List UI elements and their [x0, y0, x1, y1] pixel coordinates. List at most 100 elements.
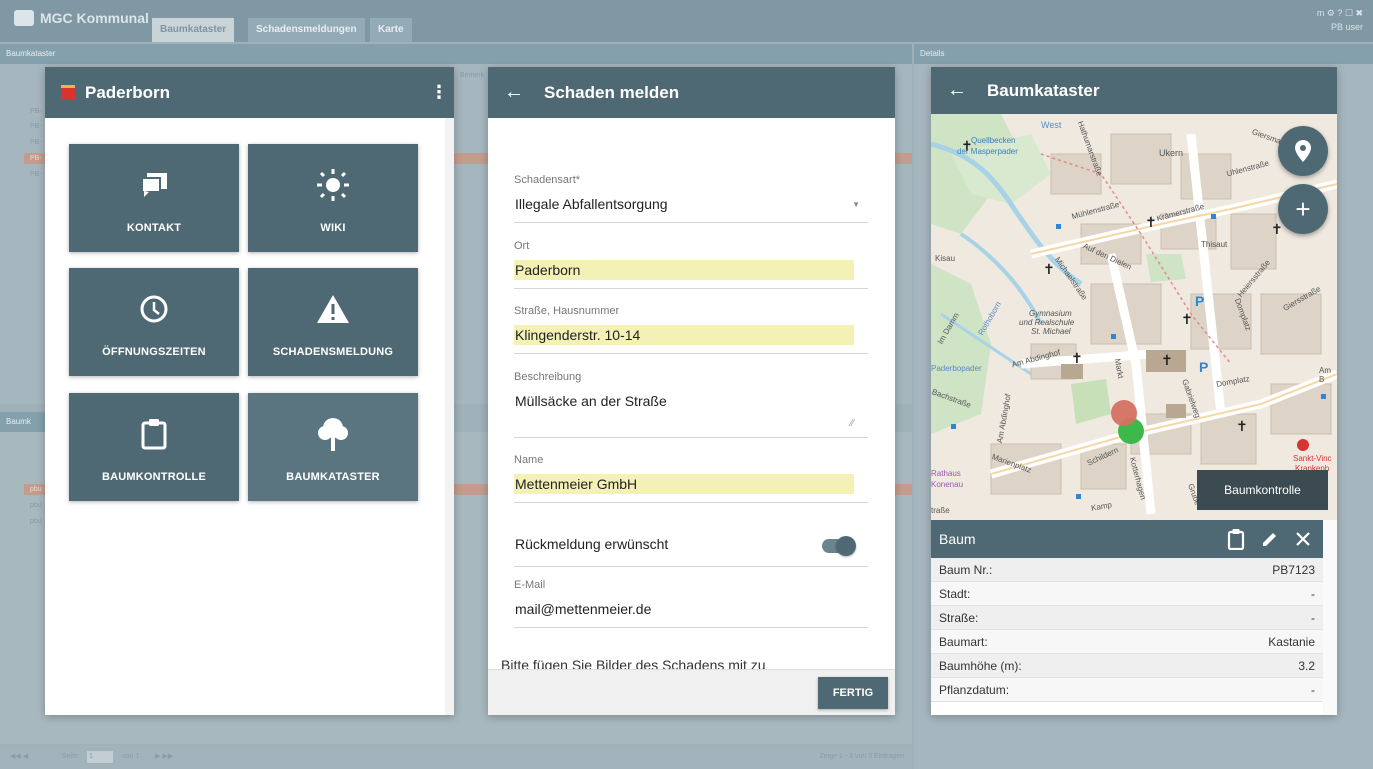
email-field[interactable]: E-Mail mail@mettenmeier.de	[514, 579, 868, 628]
fertig-button[interactable]: FERTIG	[818, 677, 888, 709]
svg-text:✝: ✝	[1181, 312, 1193, 328]
detail-label: Pflanzdatum:	[939, 683, 1010, 697]
scrollbar[interactable]	[445, 118, 454, 715]
detail-row: Straße: -	[931, 606, 1323, 630]
grid-row[interactable]: PB-	[24, 121, 44, 132]
resize-handle-icon[interactable]: ⁄⁄	[851, 418, 854, 429]
grid-row[interactable]: PB-	[24, 106, 44, 117]
field-value[interactable]: Mettenmeier GmbH	[514, 474, 854, 494]
field-label: Straße, Hausnummer	[514, 305, 620, 317]
beschreibung-textarea[interactable]: Beschreibung Müllsäcke an der Straße ⁄⁄	[514, 371, 868, 438]
tile-baumkontrolle[interactable]: BAUMKONTROLLE	[69, 393, 239, 501]
baumkataster-header: ← Baumkataster	[931, 67, 1337, 114]
tab-karte[interactable]: Karte	[370, 18, 412, 42]
plus-icon[interactable]: +	[1295, 194, 1310, 225]
schaden-footer: FERTIG	[488, 669, 895, 715]
dropdown-arrow-icon[interactable]: ▼	[852, 200, 860, 209]
back-arrow-icon[interactable]: ←	[504, 81, 524, 104]
strasse-field[interactable]: Straße, Hausnummer Klingenderstr. 10-14	[514, 305, 868, 354]
svg-text:✝: ✝	[1161, 353, 1173, 369]
tile-label: WIKI	[320, 222, 346, 234]
detail-row: Stadt: -	[931, 582, 1323, 606]
schadensart-select[interactable]: Schadensart* Illegale Abfallentsorgung ▼	[514, 174, 868, 223]
detail-row: Baum Nr.: PB7123	[931, 558, 1323, 582]
detail-row: Baumart: Kastanie	[931, 630, 1323, 654]
window-icons[interactable]: m ⚙ ? ☐ ✖	[1317, 6, 1363, 20]
map-canvas[interactable]: P P ✝ ✝ ✝ ✝ ✝ ✝ ✝ ✝	[931, 114, 1337, 520]
edit-pencil-icon[interactable]	[1261, 530, 1279, 548]
field-value[interactable]: mail@mettenmeier.de	[514, 599, 868, 619]
detail-row: Pflanzdatum: -	[931, 678, 1323, 702]
add-button[interactable]: +	[1278, 184, 1328, 234]
tab-baumkataster[interactable]: Baumkataster	[152, 18, 235, 42]
baumkataster-title: Baumkataster	[987, 80, 1100, 100]
location-button[interactable]	[1278, 126, 1328, 176]
pager-input[interactable]: 1	[87, 751, 113, 763]
tile-label: BAUMKATASTER	[286, 471, 380, 483]
grid-row[interactable]: pbu	[24, 516, 44, 527]
clipboard-icon[interactable]	[1227, 528, 1245, 550]
field-label: Schadensart*	[514, 174, 581, 186]
rueckmeldung-toggle[interactable]	[822, 536, 856, 556]
tile-oeffnungszeiten[interactable]: ÖFFNUNGSZEITEN	[69, 268, 239, 376]
back-arrow-icon[interactable]: ←	[947, 79, 967, 102]
detail-label: Baumart:	[939, 635, 988, 649]
sun-icon	[248, 169, 418, 201]
pager-first-icon[interactable]: ◀◀ ◀	[10, 745, 28, 769]
detail-value: PB7123	[1272, 563, 1315, 577]
baum-header: Baum	[931, 520, 1323, 558]
pager-next-icon[interactable]: ▶ ▶▶	[155, 745, 173, 769]
svg-text:✝: ✝	[1043, 262, 1055, 278]
tile-baumkataster[interactable]: BAUMKATASTER	[248, 393, 418, 501]
grid-row[interactable]: PB-	[24, 137, 44, 148]
pager: ◀◀ ◀ Seite 1 von 1 ▶ ▶▶ Zeige 1 - 3 von …	[0, 745, 912, 769]
clock-icon	[69, 294, 239, 324]
grid-row[interactable]: PB-	[24, 169, 44, 180]
paderborn-header: Paderborn ⋮	[45, 67, 454, 118]
parking-icon: P	[1195, 293, 1204, 309]
parking-icon: P	[1199, 359, 1208, 375]
field-label: Ort	[514, 240, 530, 252]
tile-schadensmeldung[interactable]: SCHADENSMELDUNG	[248, 268, 418, 376]
tree-icon	[248, 418, 418, 451]
clipboard-icon	[69, 419, 239, 450]
tab-schadensmeldungen[interactable]: Schadensmeldungen	[248, 18, 365, 42]
baumkataster-card: ← Baumkataster P P ✝ ✝ ✝ ✝ ✝ ✝ ✝ ✝ West …	[931, 67, 1337, 715]
field-label: Beschreibung	[514, 371, 582, 383]
pager-of: von 1	[122, 753, 140, 760]
detail-value: -	[1311, 611, 1315, 625]
lower-panel-title: Baumk	[0, 412, 45, 432]
svg-text:✝: ✝	[961, 139, 973, 155]
field-value[interactable]: Klingenderstr. 10-14	[514, 325, 854, 345]
window-controls[interactable]: m ⚙ ? ☐ ✖ PB user	[1317, 6, 1363, 34]
ort-field[interactable]: Ort Paderborn	[514, 240, 868, 289]
field-label: E-Mail	[514, 579, 546, 591]
user-menu[interactable]: PB user	[1317, 20, 1363, 34]
field-value[interactable]: Illegale Abfallentsorgung	[514, 194, 868, 214]
detail-value: -	[1311, 587, 1315, 601]
scrollbar[interactable]	[1323, 520, 1337, 715]
toggle-label: Rückmeldung erwünscht	[515, 536, 669, 552]
warning-icon	[248, 294, 418, 324]
logo-icon	[14, 10, 34, 26]
pager-info: Zeige 1 - 3 von 3 Einträgen	[819, 753, 904, 760]
detail-row: Baumhöhe (m): 3.2	[931, 654, 1323, 678]
name-field[interactable]: Name Mettenmeier GmbH	[514, 454, 868, 503]
field-value[interactable]: Müllsäcke an der Straße	[514, 391, 868, 411]
paderborn-card: Paderborn ⋮ KONTAKT WIKI ÖFFNUNGSZEITEN …	[45, 67, 454, 715]
baum-title: Baum	[939, 531, 976, 547]
grid-row[interactable]: pbu	[24, 500, 44, 511]
close-icon[interactable]	[1295, 531, 1311, 547]
tile-label: KONTAKT	[126, 222, 182, 234]
toggle-knob[interactable]	[836, 536, 856, 556]
more-menu-icon[interactable]: ⋮	[430, 81, 448, 103]
app-header: MGC Kommunal Baumkataster Schadensmeldun…	[0, 0, 1373, 42]
tile-label: ÖFFNUNGSZEITEN	[102, 346, 206, 358]
tile-kontakt[interactable]: KONTAKT	[69, 144, 239, 252]
field-value[interactable]: Paderborn	[514, 260, 854, 280]
left-panel-title: Baumkataster	[0, 44, 912, 64]
location-pin-icon[interactable]	[1295, 140, 1311, 162]
svg-text:✝: ✝	[1071, 351, 1083, 367]
map[interactable]: P P ✝ ✝ ✝ ✝ ✝ ✝ ✝ ✝ West Quellbecken der Maspe…	[931, 114, 1337, 520]
tile-wiki[interactable]: WIKI	[248, 144, 418, 252]
